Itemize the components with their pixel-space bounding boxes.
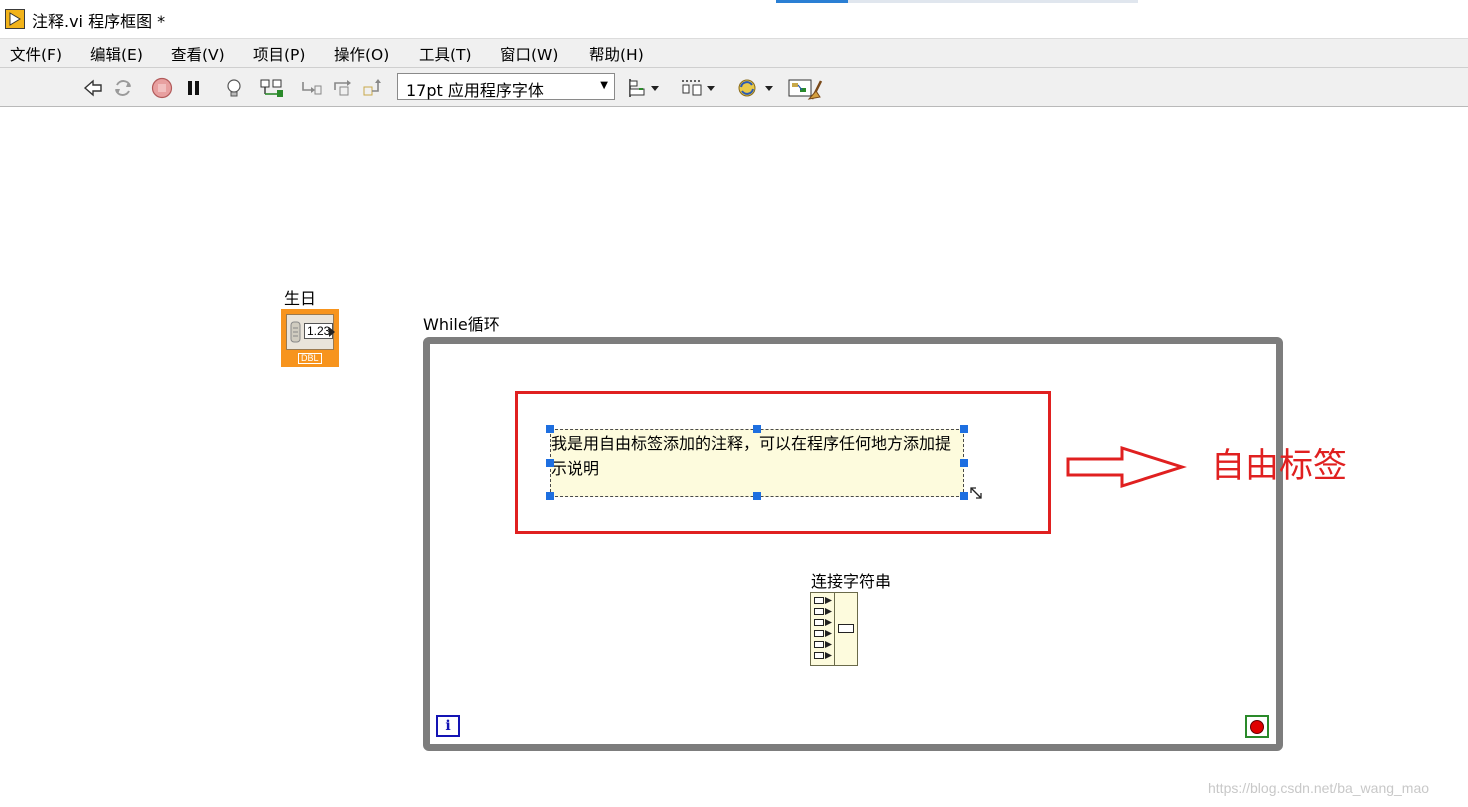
distribute-objects-icon[interactable] (680, 77, 718, 99)
resize-handle[interactable] (546, 459, 554, 467)
step-into-icon[interactable] (300, 77, 322, 99)
resize-grip-icon[interactable] (968, 485, 984, 501)
resize-handle[interactable] (960, 492, 968, 500)
menu-bar: 文件(F) 编辑(E) 查看(V) 项目(P) 操作(O) 工具(T) 窗口(W… (0, 38, 1468, 67)
reorder-icon[interactable] (736, 77, 776, 99)
title-bar: 注释.vi 程序框图 * (0, 0, 1468, 38)
step-out-icon[interactable] (362, 77, 384, 99)
font-size-dropdown[interactable]: 17pt 应用程序字体 ▼ (397, 73, 615, 100)
taskbar-accent (776, 0, 848, 3)
abort-icon[interactable] (151, 77, 173, 99)
menu-tools[interactable]: 工具(T) (419, 43, 472, 65)
step-over-icon[interactable] (332, 77, 354, 99)
highlight-execution-icon[interactable] (223, 77, 245, 99)
menu-help[interactable]: 帮助(H) (589, 43, 644, 65)
align-objects-icon[interactable] (627, 77, 663, 99)
taskbar-accent-light (848, 0, 1138, 3)
loop-condition-stop-icon[interactable] (1245, 715, 1269, 738)
data-type-badge: DBL (298, 353, 322, 364)
annotation-text: 自由标签 (1211, 446, 1347, 486)
iteration-terminal[interactable]: i (436, 715, 460, 737)
toolbar: 17pt 应用程序字体 ▼ (0, 67, 1468, 107)
resize-handle[interactable] (960, 459, 968, 467)
menu-window[interactable]: 窗口(W) (500, 43, 558, 65)
resize-handle[interactable] (546, 425, 554, 433)
menu-operate[interactable]: 操作(O) (334, 43, 389, 65)
run-continuously-icon[interactable] (112, 77, 134, 99)
font-size-value: 17pt 应用程序字体 (406, 81, 544, 100)
menu-view[interactable]: 查看(V) (171, 43, 225, 65)
menu-file[interactable]: 文件(F) (10, 43, 62, 65)
resize-handle[interactable] (960, 425, 968, 433)
concat-input-ports (811, 593, 835, 665)
window-title: 注释.vi 程序框图 * (32, 12, 166, 31)
run-arrow-icon[interactable] (82, 77, 104, 99)
annotation-arrow-icon (1064, 444, 1188, 490)
pause-icon[interactable] (183, 77, 205, 99)
concat-strings-label: 连接字符串 (811, 572, 892, 591)
watermark: https://blog.csdn.net/ba_wang_mao (1208, 780, 1430, 796)
chevron-down-icon: ▼ (600, 80, 608, 91)
labview-vi-icon (5, 9, 25, 29)
menu-project[interactable]: 项目(P) (253, 43, 305, 65)
resize-handle[interactable] (546, 492, 554, 500)
numeric-control-body: 1.23 (286, 314, 335, 350)
birthday-numeric-control[interactable]: 1.23 DBL (281, 309, 339, 367)
free-label-text: 我是用自由标签添加的注释，可以在程序任何地方添加提示说明 (551, 434, 952, 478)
birthday-label: 生日 (284, 289, 317, 308)
while-loop-label: While循环 (423, 315, 500, 334)
resize-handle[interactable] (753, 425, 761, 433)
menu-edit[interactable]: 编辑(E) (90, 43, 143, 65)
concatenate-strings-function[interactable] (810, 592, 858, 666)
cleanup-diagram-icon[interactable] (788, 77, 824, 100)
free-label[interactable]: 我是用自由标签添加的注释，可以在程序任何地方添加提示说明 (550, 429, 964, 497)
resize-handle[interactable] (753, 492, 761, 500)
concat-output-port (838, 624, 854, 633)
retain-wire-values-icon[interactable] (259, 77, 287, 99)
